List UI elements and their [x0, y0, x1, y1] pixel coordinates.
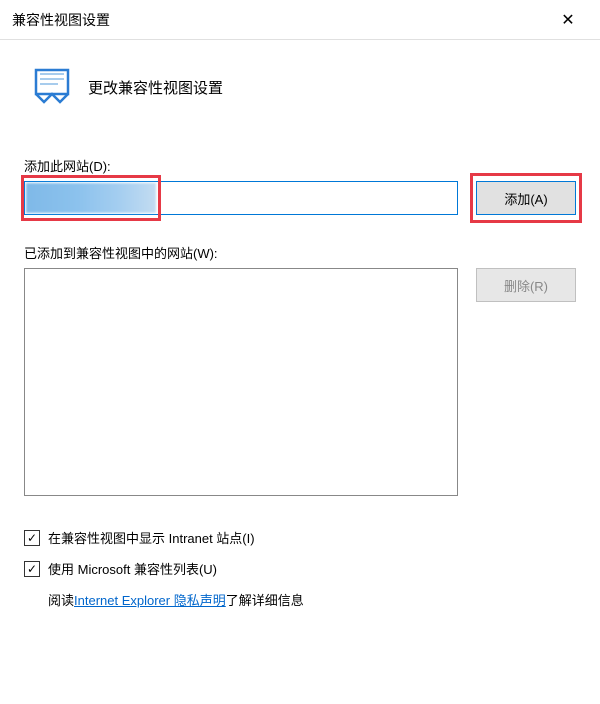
- header-text: 更改兼容性视图设置: [88, 77, 223, 98]
- header-row: 更改兼容性视图设置: [24, 68, 576, 106]
- privacy-text-row: 阅读 Internet Explorer 隐私声明 了解详细信息: [48, 590, 576, 609]
- intranet-checkbox[interactable]: ✓: [24, 530, 40, 546]
- added-websites-label: 已添加到兼容性视图中的网站(W):: [24, 243, 576, 262]
- privacy-prefix: 阅读: [48, 590, 74, 609]
- check-icon: ✓: [27, 562, 37, 576]
- privacy-link[interactable]: Internet Explorer 隐私声明: [74, 590, 226, 609]
- add-website-input[interactable]: [24, 181, 458, 215]
- titlebar: 兼容性视图设置 ✕: [0, 0, 600, 40]
- list-button-column: 删除(R): [476, 268, 576, 302]
- close-icon: ✕: [561, 10, 574, 30]
- microsoft-list-checkbox-label: 使用 Microsoft 兼容性列表(U): [48, 559, 217, 578]
- dialog-body: 更改兼容性视图设置 添加此网站(D): 添加(A) 已添加到兼容性视图中的网站(…: [0, 40, 600, 704]
- checkbox-intranet-row: ✓ 在兼容性视图中显示 Intranet 站点(I): [24, 528, 576, 547]
- added-websites-listbox[interactable]: [24, 268, 458, 496]
- remove-button[interactable]: 删除(R): [476, 268, 576, 302]
- add-button[interactable]: 添加(A): [476, 181, 576, 215]
- websites-list-row: 删除(R): [24, 268, 576, 496]
- close-button[interactable]: ✕: [548, 0, 588, 40]
- add-website-row: 添加(A): [24, 181, 576, 215]
- intranet-checkbox-label: 在兼容性视图中显示 Intranet 站点(I): [48, 528, 255, 547]
- privacy-suffix: 了解详细信息: [226, 590, 304, 609]
- add-website-label: 添加此网站(D):: [24, 156, 576, 175]
- compatibility-icon: [34, 68, 70, 106]
- dialog-window: 兼容性视图设置 ✕ 更改兼容性视图设置 添加此网站(D):: [0, 0, 600, 704]
- add-button-wrap: 添加(A): [476, 181, 576, 215]
- dialog-title: 兼容性视图设置: [12, 10, 548, 30]
- microsoft-list-checkbox[interactable]: ✓: [24, 561, 40, 577]
- checkbox-microsoft-row: ✓ 使用 Microsoft 兼容性列表(U): [24, 559, 576, 578]
- check-icon: ✓: [27, 531, 37, 545]
- add-input-wrap: [24, 181, 458, 215]
